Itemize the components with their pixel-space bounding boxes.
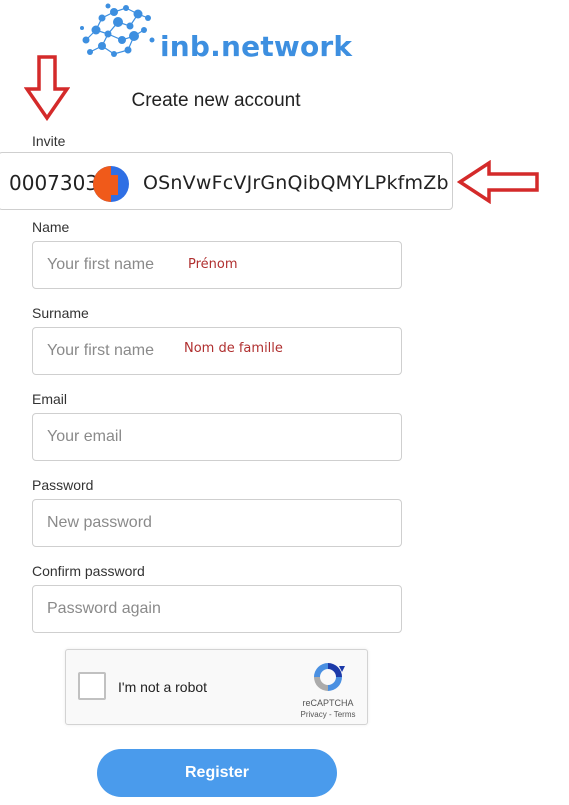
password-field[interactable] — [32, 499, 402, 547]
invite-code: OSnVwFcVJrGnQibQMYLPkfmZb — [143, 172, 449, 194]
invite-number: 0007303 — [9, 171, 99, 195]
recaptcha-widget: I'm not a robot reCAPTCHA Privacy - Term… — [65, 649, 368, 725]
confirm-password-input[interactable] — [33, 586, 401, 632]
name-annotation: Prénom — [188, 257, 238, 272]
inviter-avatar-icon — [93, 166, 129, 202]
email-input[interactable] — [33, 414, 401, 460]
invite-field[interactable]: 0007303 OSnVwFcVJrGnQibQMYLPkfmZb — [0, 152, 453, 210]
recaptcha-logo-icon — [314, 663, 345, 691]
inb-network-logo: inb.network — [78, 0, 368, 66]
email-field[interactable] — [32, 413, 402, 461]
recaptcha-label: I'm not a robot — [118, 679, 208, 695]
network-logo-icon — [80, 3, 155, 57]
email-label: Email — [32, 391, 68, 407]
red-down-arrow-annotation — [24, 55, 70, 121]
password-label: Password — [32, 477, 94, 493]
confirm-password-field[interactable] — [32, 585, 402, 633]
name-label: Name — [32, 219, 70, 235]
recaptcha-brand: reCAPTCHA — [302, 698, 354, 708]
surname-annotation: Nom de famille — [184, 341, 283, 356]
surname-label: Surname — [32, 305, 89, 321]
recaptcha-checkbox[interactable] — [78, 672, 106, 700]
register-button[interactable]: Register — [97, 749, 337, 797]
recaptcha-privacy-terms-link[interactable]: Privacy - Terms — [292, 710, 364, 719]
invite-label: Invite — [32, 133, 66, 149]
confirm-password-label: Confirm password — [32, 563, 145, 579]
password-input[interactable] — [33, 500, 401, 546]
logo-text: inb.network — [160, 30, 353, 63]
red-left-arrow-annotation — [457, 160, 539, 204]
